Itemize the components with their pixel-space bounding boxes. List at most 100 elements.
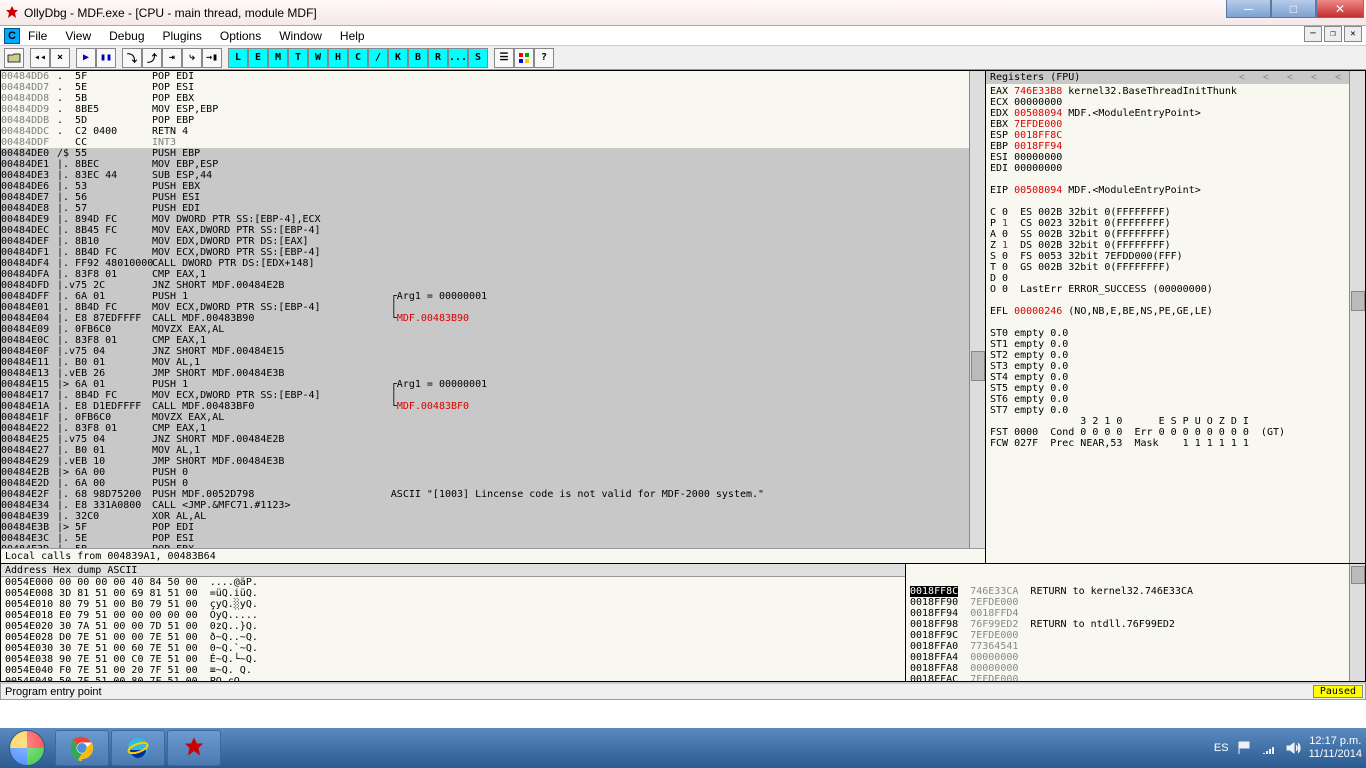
disasm-row[interactable]: 00484DDF CC INT3 [1, 137, 985, 148]
toolbar-/-button[interactable]: / [368, 48, 388, 68]
register-line[interactable]: ST0 empty 0.0 [990, 328, 1361, 339]
start-button[interactable] [0, 728, 54, 768]
disasm-row[interactable]: 00484DF1|. 8B4D FC MOV ECX,DWORD PTR SS:… [1, 247, 985, 258]
disasm-row[interactable]: 00484DD8. 5B POP EBX [1, 93, 985, 104]
stack-row[interactable]: 0018FFA0 77364541 [910, 641, 1365, 652]
registers-pane[interactable]: Registers (FPU)< < < < < EAX 746E33B8 ke… [986, 71, 1365, 563]
toolbar-h-button[interactable]: H [328, 48, 348, 68]
appearance-button[interactable] [514, 48, 534, 68]
dump-row[interactable]: 0054E048 50 7F 51 00 80 7F 51 00 PQ.çQ. [5, 676, 905, 681]
disasm-row[interactable]: 00484DDC. C2 0400 RETN 4 [1, 126, 985, 137]
register-line[interactable]: ST1 empty 0.0 [990, 339, 1361, 350]
register-line[interactable]: O 0 LastErr ERROR_SUCCESS (00000000) [990, 284, 1361, 295]
toolbar-l-button[interactable]: L [228, 48, 248, 68]
toolbar-e-button[interactable]: E [248, 48, 268, 68]
dump-row[interactable]: 0054E038 90 7E 51 00 C0 7E 51 00 É~Q.└~Q… [5, 654, 905, 665]
register-line[interactable]: ST2 empty 0.0 [990, 350, 1361, 361]
disasm-row[interactable]: 00484E25|.v75 04 JNZ SHORT MDF.00484E2B [1, 434, 985, 445]
menu-help[interactable]: Help [340, 29, 365, 43]
register-line[interactable]: ECX 00000000 [990, 97, 1361, 108]
registers-nav-icon[interactable]: < < < < < [1239, 71, 1347, 84]
disasm-row[interactable]: 00484DFF|. 6A 01 PUSH 1 ┌Arg1 = 00000001 [1, 291, 985, 302]
toolbar-s-button[interactable]: S [468, 48, 488, 68]
settings-button[interactable]: ☰ [494, 48, 514, 68]
register-line[interactable]: EBP 0018FF94 [990, 141, 1361, 152]
disasm-row[interactable]: 00484DFA|. 83F8 01 CMP EAX,1 [1, 269, 985, 280]
toolbar-t-button[interactable]: T [288, 48, 308, 68]
minimize-button[interactable]: ─ [1226, 0, 1271, 18]
menu-plugins[interactable]: Plugins [163, 29, 202, 43]
mdi-restore-button[interactable]: ❐ [1324, 26, 1342, 42]
step-over-button[interactable]: ⤴ [142, 48, 162, 68]
dump-row[interactable]: 0054E018 E0 79 51 00 00 00 00 00 ÓyQ....… [5, 610, 905, 621]
trace-over-button[interactable]: ⤷ [182, 48, 202, 68]
register-line[interactable] [990, 295, 1361, 306]
disasm-row[interactable]: 00484E11|. B0 01 MOV AL,1 [1, 357, 985, 368]
taskbar-olly[interactable] [167, 730, 221, 766]
execute-till-return-button[interactable]: →▮ [202, 48, 222, 68]
disasm-row[interactable]: 00484E01|. 8B4D FC MOV ECX,DWORD PTR SS:… [1, 302, 985, 313]
disasm-row[interactable]: 00484DD6. 5F POP EDI [1, 71, 985, 82]
volume-icon[interactable] [1285, 740, 1301, 756]
disasm-row[interactable]: 00484DFD|.v75 2C JNZ SHORT MDF.00484E2B [1, 280, 985, 291]
register-line[interactable]: EIP 00508094 MDF.<ModuleEntryPoint> [990, 185, 1361, 196]
register-line[interactable]: ST4 empty 0.0 [990, 372, 1361, 383]
network-icon[interactable] [1261, 740, 1277, 756]
register-line[interactable]: ESI 00000000 [990, 152, 1361, 163]
disasm-row[interactable]: 00484DF4|. FF92 48010000CALL DWORD PTR D… [1, 258, 985, 269]
disasm-row[interactable]: 00484DEC|. 8B45 FC MOV EAX,DWORD PTR SS:… [1, 225, 985, 236]
dump-row[interactable]: 0054E030 30 7E 51 00 60 7E 51 00 0~Q.`~Q… [5, 643, 905, 654]
disasm-row[interactable]: 00484E2F|. 68 98D75200 PUSH MDF.0052D798… [1, 489, 985, 500]
open-button[interactable] [4, 48, 24, 68]
disasm-row[interactable]: 00484E0C|. 83F8 01 CMP EAX,1 [1, 335, 985, 346]
register-line[interactable]: S 0 FS 0053 32bit 7EFDD000(FFF) [990, 251, 1361, 262]
disasm-row[interactable]: 00484DE3|. 83EC 44 SUB ESP,44 [1, 170, 985, 181]
toolbar-b-button[interactable]: B [408, 48, 428, 68]
register-line[interactable]: EBX 7EFDE000 [990, 119, 1361, 130]
disasm-row[interactable]: 00484DE8|. 57 PUSH EDI [1, 203, 985, 214]
register-line[interactable]: D 0 [990, 273, 1361, 284]
disasm-row[interactable]: 00484E3B|> 5F POP EDI [1, 522, 985, 533]
dump-row[interactable]: 0054E040 F0 7E 51 00 20 7F 51 00 ≡~Q. Q. [5, 665, 905, 676]
dump-row[interactable]: 0054E028 D0 7E 51 00 00 7E 51 00 ð~Q..~Q… [5, 632, 905, 643]
disasm-row[interactable]: 00484E15|> 6A 01 PUSH 1 ┌Arg1 = 00000001 [1, 379, 985, 390]
toolbar-m-button[interactable]: M [268, 48, 288, 68]
register-line[interactable]: FCW 027F Prec NEAR,53 Mask 1 1 1 1 1 1 [990, 438, 1361, 449]
disassembly-pane[interactable]: 00484DD6. 5F POP EDI 00484DD7. 5E POP ES… [1, 71, 985, 548]
taskbar-chrome[interactable] [55, 730, 109, 766]
menu-view[interactable]: View [65, 29, 91, 43]
dump-pane[interactable]: Address Hex dump ASCII 0054E000 00 00 00… [1, 564, 906, 681]
toolbar-...-button[interactable]: ... [448, 48, 468, 68]
register-line[interactable]: ST7 empty 0.0 [990, 405, 1361, 416]
register-line[interactable] [990, 174, 1361, 185]
register-line[interactable]: FST 0000 Cond 0 0 0 0 Err 0 0 0 0 0 0 0 … [990, 427, 1361, 438]
run-button[interactable]: ▶ [76, 48, 96, 68]
dump-row[interactable]: 0054E008 3D 81 51 00 69 81 51 00 =üQ.iüQ… [5, 588, 905, 599]
register-line[interactable]: T 0 GS 002B 32bit 0(FFFFFFFF) [990, 262, 1361, 273]
disasm-row[interactable]: 00484E1A|. E8 D1EDFFFF CALL MDF.00483BF0… [1, 401, 985, 412]
disasm-row[interactable]: 00484DDB. 5D POP EBP [1, 115, 985, 126]
restart-button[interactable]: × [50, 48, 70, 68]
toolbar-r-button[interactable]: R [428, 48, 448, 68]
disasm-row[interactable]: 00484E29|.vEB 10 JMP SHORT MDF.00484E3B [1, 456, 985, 467]
toolbar-k-button[interactable]: K [388, 48, 408, 68]
disasm-row[interactable]: 00484DE0/$ 55 PUSH EBP [1, 148, 985, 159]
stack-row[interactable]: 0018FF8C 746E33CA RETURN to kernel32.746… [910, 586, 1365, 597]
stack-row[interactable]: 0018FFA8 00000000 [910, 663, 1365, 674]
disasm-row[interactable]: 00484E22|. 83F8 01 CMP EAX,1 [1, 423, 985, 434]
stack-row[interactable]: 0018FF9C 7EFDE000 [910, 630, 1365, 641]
disasm-row[interactable]: 00484E0F|.v75 04 JNZ SHORT MDF.00484E15 [1, 346, 985, 357]
disasm-row[interactable]: 00484E3C|. 5E POP ESI [1, 533, 985, 544]
menu-file[interactable]: File [28, 29, 47, 43]
disasm-row[interactable]: 00484E27|. B0 01 MOV AL,1 [1, 445, 985, 456]
register-line[interactable]: 3 2 1 0 E S P U O Z D I [990, 416, 1361, 427]
disasm-row[interactable]: 00484E39|. 32C0 XOR AL,AL [1, 511, 985, 522]
registers-scrollbar[interactable] [1349, 71, 1365, 563]
disasm-row[interactable]: 00484E2B|> 6A 00 PUSH 0 [1, 467, 985, 478]
register-line[interactable] [990, 196, 1361, 207]
register-line[interactable] [990, 317, 1361, 328]
close-button[interactable]: ✕ [1316, 0, 1364, 18]
menu-options[interactable]: Options [220, 29, 261, 43]
taskbar-ie[interactable] [111, 730, 165, 766]
disasm-row[interactable]: 00484DE7|. 56 PUSH ESI [1, 192, 985, 203]
